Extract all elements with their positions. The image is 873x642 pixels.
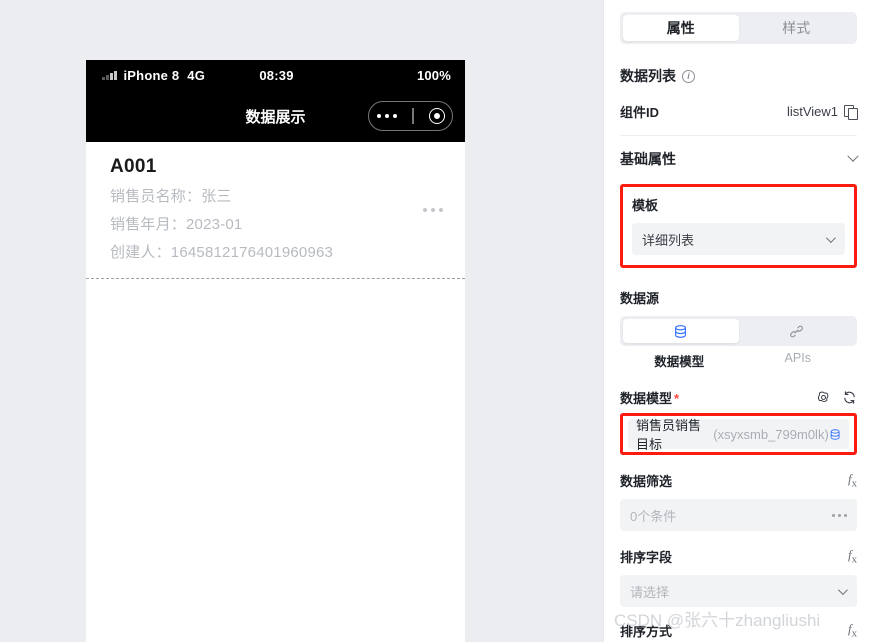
sort-field-header: 排序字段 fx bbox=[620, 547, 857, 566]
data-source-labels: 数据模型 APIs bbox=[620, 351, 857, 370]
wechat-capsule-button[interactable] bbox=[368, 101, 453, 131]
component-title: 数据列表 bbox=[620, 68, 676, 84]
carrier-info: iPhone 8 4G bbox=[124, 68, 206, 83]
phone-status-bar: iPhone 8 4G 08:39 100% bbox=[86, 60, 465, 90]
status-bar-left: iPhone 8 4G bbox=[102, 68, 259, 83]
design-canvas: iPhone 8 4G 08:39 100% 数据展示 A001 销售员名称：张… bbox=[0, 0, 603, 642]
list-item-line-3: 创建人：1645812176401960963 bbox=[110, 244, 334, 261]
sort-mode-label: 排序方式 bbox=[620, 624, 673, 639]
data-model-header: 数据模型 * bbox=[620, 388, 857, 407]
target-circle-icon[interactable] bbox=[428, 108, 445, 124]
template-selected-value: 详细列表 bbox=[642, 232, 695, 248]
data-model-highlight-box: 销售员销售目标 (xsyxsmb_799m0lk) bbox=[620, 413, 857, 455]
info-circle-icon[interactable]: i bbox=[682, 69, 695, 83]
signal-bars-icon bbox=[102, 70, 117, 80]
data-source-option-label-0: 数据模型 bbox=[654, 355, 705, 369]
data-filter-label: 数据筛选 bbox=[620, 474, 673, 489]
list-item-line-2: 销售年月：2023-01 bbox=[110, 216, 243, 233]
data-source-label: 数据源 bbox=[620, 291, 660, 306]
data-model-label: 数据模型 * bbox=[620, 388, 805, 407]
fx-icon[interactable]: fx bbox=[848, 471, 857, 490]
more-dots-icon[interactable] bbox=[376, 113, 397, 119]
properties-panel: 属性 样式 数据列表 i 组件ID listView1 基础属性 模板 详细列表… bbox=[603, 0, 873, 642]
chevron-down-icon bbox=[825, 232, 836, 243]
phone-nav-bar: 数据展示 bbox=[86, 90, 465, 142]
required-asterisk: * bbox=[674, 391, 680, 406]
copy-icon[interactable] bbox=[844, 104, 858, 120]
component-id-row: 组件ID listView1 bbox=[620, 102, 858, 136]
basic-properties-section-header[interactable]: 基础属性 bbox=[620, 136, 859, 182]
sort-field-placeholder: 请选择 bbox=[630, 584, 670, 600]
list-view: A001 销售员名称：张三 销售年月：2023-01 创建人：164581217… bbox=[86, 142, 465, 279]
component-id-value: listView1 bbox=[786, 104, 838, 119]
data-model-code: (xsyxsmb_799m0lk) bbox=[713, 426, 829, 442]
data-filter-value[interactable]: 0个条件 bbox=[620, 499, 857, 531]
segment-data-model[interactable] bbox=[623, 319, 739, 343]
list-item[interactable]: A001 销售员名称：张三 销售年月：2023-01 创建人：164581217… bbox=[86, 142, 465, 279]
data-filter-header: 数据筛选 fx bbox=[620, 471, 857, 490]
data-source-segmented-control bbox=[620, 316, 857, 346]
status-bar-battery: 100% bbox=[416, 67, 451, 83]
template-label: 模板 bbox=[632, 198, 659, 213]
network-type: 4G bbox=[187, 67, 206, 83]
capsule-divider bbox=[412, 108, 414, 124]
component-title-row: 数据列表 i bbox=[620, 66, 857, 86]
fx-icon[interactable]: fx bbox=[848, 621, 857, 640]
gear-icon[interactable] bbox=[816, 390, 831, 405]
data-model-select[interactable]: 销售员销售目标 (xsyxsmb_799m0lk) bbox=[628, 418, 849, 452]
fx-icon[interactable]: fx bbox=[848, 547, 857, 566]
more-dots-icon[interactable] bbox=[832, 513, 847, 517]
status-bar-time: 08:39 bbox=[259, 67, 294, 83]
list-item-title: A001 bbox=[110, 156, 157, 177]
sort-mode-header: 排序方式 fx bbox=[620, 621, 857, 640]
template-highlight-box: 模板 详细列表 bbox=[620, 184, 857, 268]
template-select[interactable]: 详细列表 bbox=[632, 223, 845, 255]
data-filter-condition-count: 0个条件 bbox=[630, 508, 677, 524]
list-item-line-1: 销售员名称：张三 bbox=[110, 188, 232, 205]
chevron-down-icon bbox=[847, 150, 859, 162]
phone-preview: iPhone 8 4G 08:39 100% 数据展示 A001 销售员名称：张… bbox=[86, 60, 465, 642]
data-model-name: 销售员销售目标 bbox=[636, 418, 702, 452]
chevron-down-icon bbox=[837, 584, 848, 595]
tab-styles[interactable]: 样式 bbox=[739, 15, 855, 41]
tab-properties[interactable]: 属性 bbox=[623, 15, 739, 41]
segment-apis[interactable] bbox=[739, 319, 855, 343]
data-model-label-text: 数据模型 bbox=[620, 391, 673, 406]
basic-properties-label: 基础属性 bbox=[620, 151, 676, 167]
sort-field-label: 排序字段 bbox=[620, 550, 673, 565]
carrier-name: iPhone 8 bbox=[123, 67, 180, 83]
refresh-icon[interactable] bbox=[842, 390, 857, 405]
panel-tabs: 属性 样式 bbox=[620, 12, 857, 44]
sort-field-select[interactable]: 请选择 bbox=[620, 575, 857, 607]
list-item-more-icon[interactable] bbox=[423, 208, 443, 212]
database-icon bbox=[675, 324, 687, 338]
database-icon bbox=[830, 428, 840, 440]
api-link-icon bbox=[789, 325, 803, 337]
data-source-option-label-1: APIs bbox=[784, 351, 811, 365]
component-id-label: 组件ID bbox=[620, 105, 660, 120]
